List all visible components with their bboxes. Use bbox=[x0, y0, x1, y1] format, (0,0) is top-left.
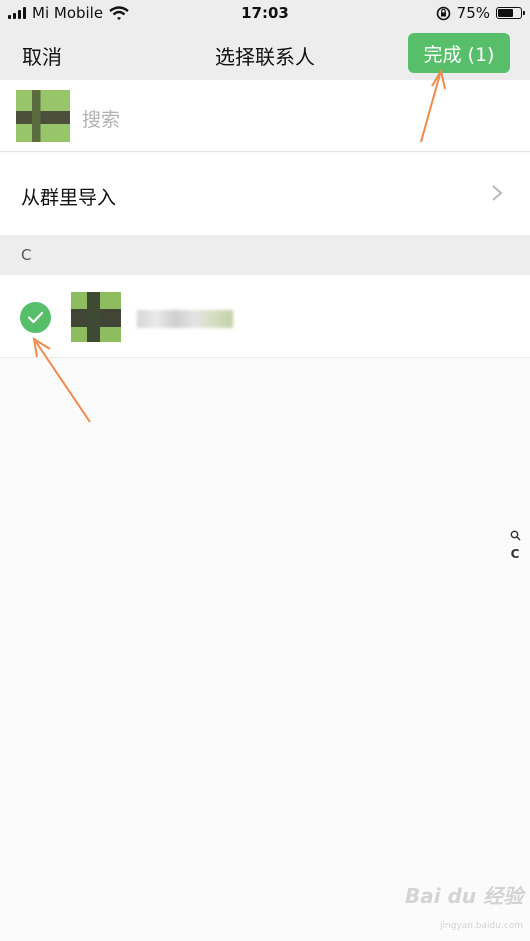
chevron-right-icon bbox=[492, 185, 503, 201]
section-letter: C bbox=[21, 246, 32, 264]
search-icon[interactable] bbox=[510, 530, 521, 541]
contact-avatar bbox=[71, 292, 121, 342]
import-from-group-label: 从群里导入 bbox=[21, 187, 117, 209]
battery-level bbox=[498, 9, 513, 17]
watermark-brand: Bai du 经验 bbox=[405, 884, 524, 908]
done-button[interactable]: 完成 (1) bbox=[408, 33, 510, 73]
battery-icon bbox=[496, 7, 525, 19]
alphabet-index[interactable]: C bbox=[508, 530, 522, 561]
nav-bar: 取消 选择联系人 完成 (1) bbox=[0, 26, 530, 80]
section-header: C bbox=[0, 235, 530, 275]
search-bar[interactable]: 搜索 bbox=[0, 80, 530, 152]
contact-name-obscured bbox=[137, 310, 233, 328]
watermark-url: jingyan.baidu.com bbox=[440, 921, 524, 931]
index-letter[interactable]: C bbox=[508, 547, 522, 561]
battery-percent: 75% bbox=[456, 4, 490, 22]
status-right: 75% bbox=[436, 4, 525, 22]
checked-checkbox[interactable] bbox=[20, 302, 51, 333]
rotation-lock-icon bbox=[436, 6, 450, 20]
contact-row[interactable] bbox=[0, 276, 530, 358]
selected-contact-avatar[interactable] bbox=[16, 90, 70, 142]
search-input[interactable]: 搜索 bbox=[82, 105, 120, 132]
status-bar: Mi Mobile 17:03 75% bbox=[0, 0, 530, 26]
cancel-button[interactable]: 取消 bbox=[22, 41, 62, 70]
import-from-group-row[interactable]: 从群里导入 bbox=[0, 153, 530, 235]
checkmark-icon bbox=[27, 311, 44, 324]
